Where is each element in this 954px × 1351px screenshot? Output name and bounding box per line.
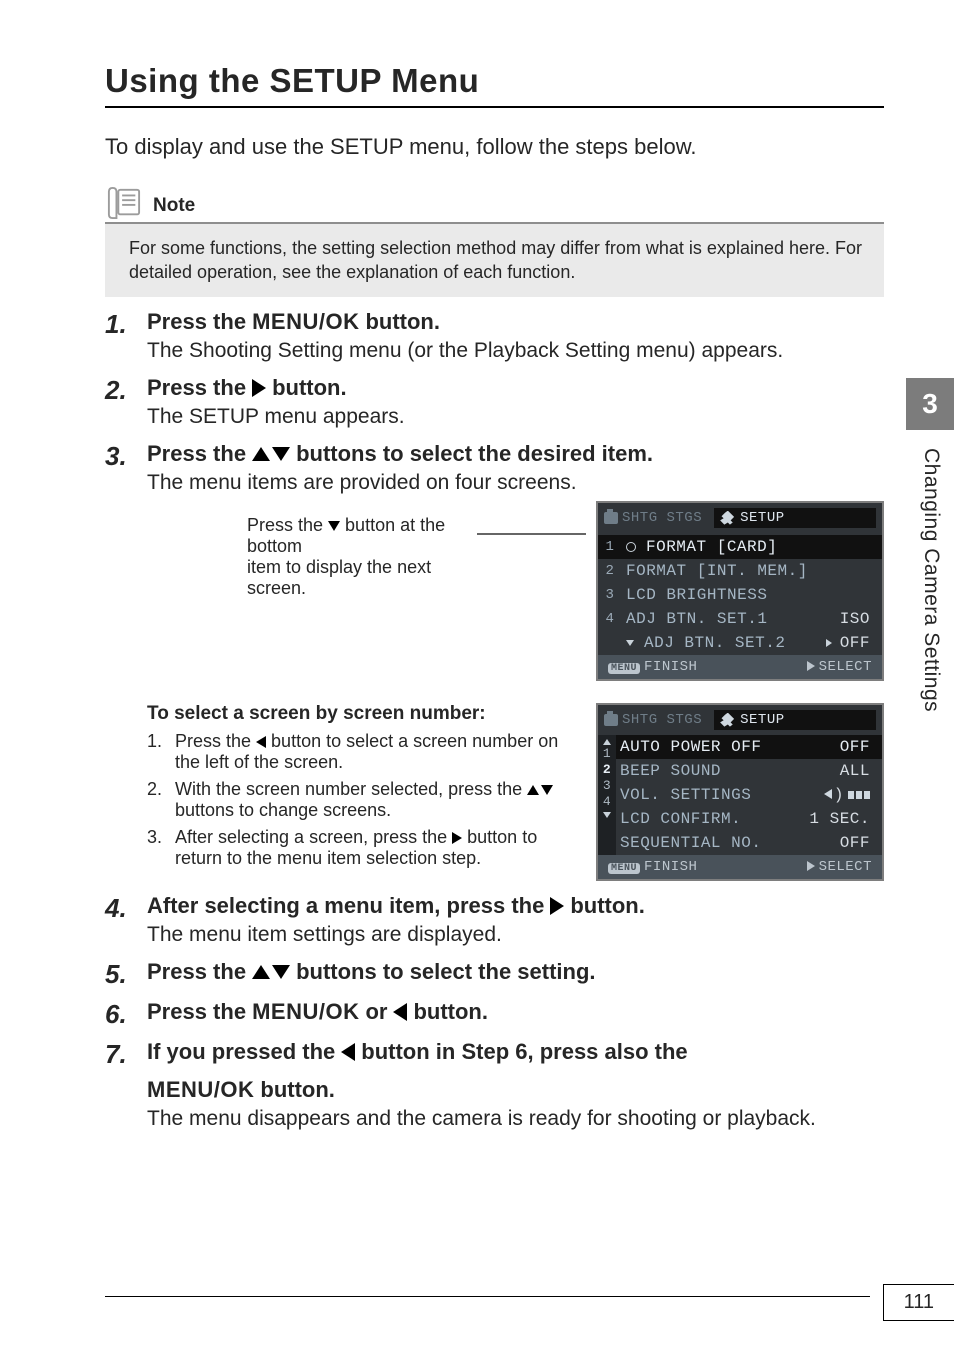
chapter-number: 3 bbox=[906, 378, 954, 430]
left-arrow-icon bbox=[341, 1043, 355, 1061]
step-6: 6. Press the MENU/OK or button. bbox=[105, 999, 884, 1027]
down-arrow-icon bbox=[328, 521, 340, 531]
step-title: If you pressed the button in Step 6, pre… bbox=[147, 1039, 884, 1103]
step-4: 4. After selecting a menu item, press th… bbox=[105, 893, 884, 947]
menu-ok-label: MENU/OK bbox=[147, 1077, 254, 1103]
footer-rule bbox=[105, 1296, 870, 1297]
note-icon bbox=[105, 186, 143, 220]
step-number: 7. bbox=[105, 1039, 135, 1131]
step-number: 4. bbox=[105, 893, 135, 947]
right-arrow-icon bbox=[452, 832, 462, 844]
up-down-arrow-icon bbox=[252, 965, 290, 979]
camera-icon bbox=[604, 714, 618, 726]
step-3: 3. Press the buttons to select the desir… bbox=[105, 441, 884, 881]
tab-shooting: SHTG STGS bbox=[604, 510, 702, 526]
menu-row: 2FORMAT [INT. MEM.] bbox=[598, 559, 882, 583]
left-arrow-icon bbox=[256, 736, 266, 748]
menu-row: 4ADJ BTN. SET.1ISO bbox=[598, 607, 882, 631]
note-label: Note bbox=[153, 195, 195, 220]
step-number: 1. bbox=[105, 309, 135, 363]
sub-heading: To select a screen by screen number: bbox=[147, 703, 580, 725]
step-title: Press the MENU/OK or button. bbox=[147, 999, 884, 1025]
step-title: Press the button. bbox=[147, 375, 884, 401]
note-body: For some functions, the setting selectio… bbox=[105, 224, 884, 297]
menu-row: SEQUENTIAL NO.OFF bbox=[616, 831, 882, 855]
up-down-arrow-icon bbox=[252, 447, 290, 461]
sub-list-item: 1. Press the button to select a screen n… bbox=[147, 731, 580, 773]
menu-row: BEEP SOUNDALL bbox=[616, 759, 882, 783]
left-arrow-icon bbox=[393, 1003, 407, 1021]
step-number: 5. bbox=[105, 959, 135, 987]
step-title: Press the MENU/OK button. bbox=[147, 309, 884, 335]
menu-row: 1FORMAT [CARD] bbox=[598, 535, 882, 559]
screen-number-column: 1 2 3 4 bbox=[598, 735, 616, 855]
step-2: 2. Press the button. The SETUP menu appe… bbox=[105, 375, 884, 429]
right-arrow-icon bbox=[550, 897, 564, 915]
step-desc: The SETUP menu appears. bbox=[147, 405, 884, 429]
page: Using the SETUP Menu To display and use … bbox=[0, 0, 954, 1351]
step-desc: The menu item settings are displayed. bbox=[147, 923, 884, 947]
camera-menu-screenshot-1: SHTG STGS SETUP 1FORMAT [CARD] 2FORMAT [… bbox=[596, 501, 884, 681]
step-number: 3. bbox=[105, 441, 135, 881]
sub-list-item: 2. With the screen number selected, pres… bbox=[147, 779, 580, 821]
callout-text: Press the button at the bottom item to d… bbox=[147, 515, 467, 599]
step-title: Press the buttons to select the setting. bbox=[147, 959, 884, 985]
tab-setup: SETUP bbox=[714, 508, 876, 528]
step-number: 2. bbox=[105, 375, 135, 429]
up-down-arrow-icon bbox=[527, 785, 553, 795]
menu-row: 3LCD BRIGHTNESS bbox=[598, 583, 882, 607]
page-number: 111 bbox=[904, 1291, 934, 1314]
wrench-icon bbox=[720, 511, 734, 525]
menu-footer: MENUFINISH SELECT bbox=[598, 655, 882, 679]
menu-ok-label: MENU/OK bbox=[252, 309, 359, 335]
wrench-icon bbox=[720, 713, 734, 727]
sub-list-item: 3. After selecting a screen, press the b… bbox=[147, 827, 580, 869]
step-desc: The menu disappears and the camera is re… bbox=[147, 1107, 884, 1131]
menu-row: ADJ BTN. SET.2OFF bbox=[598, 631, 882, 655]
menu-row: VOL. SETTINGS) bbox=[616, 783, 882, 807]
page-number-box: 111 bbox=[883, 1284, 954, 1321]
menu-row: AUTO POWER OFFOFF bbox=[616, 735, 882, 759]
step-number: 6. bbox=[105, 999, 135, 1027]
chapter-label: Changing Camera Settings bbox=[906, 430, 954, 730]
camera-menu-screenshot-2: SHTG STGS SETUP 1 2 3 4 bbox=[596, 703, 884, 881]
tab-shooting: SHTG STGS bbox=[604, 712, 702, 728]
menu-row: LCD CONFIRM.1 SEC. bbox=[616, 807, 882, 831]
step-desc: The menu items are provided on four scre… bbox=[147, 471, 884, 495]
camera-icon bbox=[604, 512, 618, 524]
tab-setup: SETUP bbox=[714, 710, 876, 730]
right-arrow-icon bbox=[252, 379, 266, 397]
step-desc: The Shooting Setting menu (or the Playba… bbox=[147, 339, 884, 363]
step-7: 7. If you pressed the button in Step 6, … bbox=[105, 1039, 884, 1131]
step-5: 5. Press the buttons to select the setti… bbox=[105, 959, 884, 987]
page-title: Using the SETUP Menu bbox=[105, 62, 884, 108]
callout-pointer bbox=[477, 555, 580, 581]
note-bar: Note bbox=[105, 186, 884, 224]
step-1: 1. Press the MENU/OK button. The Shootin… bbox=[105, 309, 884, 363]
intro-text: To display and use the SETUP menu, follo… bbox=[105, 134, 884, 160]
menu-ok-label: MENU/OK bbox=[252, 999, 359, 1025]
menu-footer: MENUFINISH SELECT bbox=[598, 855, 882, 879]
chapter-side-tab: 3 Changing Camera Settings bbox=[906, 378, 954, 928]
step-title: Press the buttons to select the desired … bbox=[147, 441, 884, 467]
step-title: After selecting a menu item, press the b… bbox=[147, 893, 884, 919]
